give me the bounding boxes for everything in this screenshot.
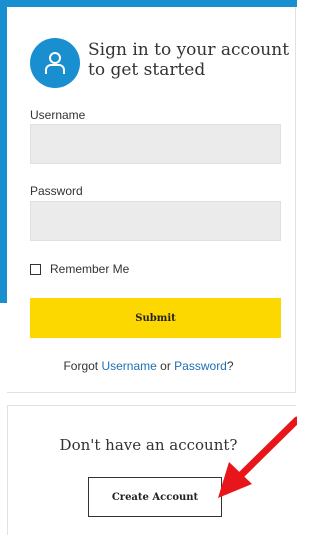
remember-me-checkbox[interactable]: [30, 263, 41, 275]
user-icon: [30, 38, 80, 88]
forgot-password-link[interactable]: Password: [174, 359, 227, 373]
forgot-prefix: Forgot: [63, 359, 102, 373]
forgot-username-link[interactable]: Username: [101, 359, 156, 373]
accent-bar-left: [0, 0, 7, 303]
remember-me[interactable]: Remember Me: [30, 262, 129, 276]
forgot-suffix: ?: [226, 359, 234, 373]
signin-header: Sign in to your account to get started: [30, 38, 290, 88]
forgot-credentials: Forgot Username or Password?: [0, 359, 297, 373]
password-field[interactable]: [30, 201, 281, 241]
remember-me-label: Remember Me: [50, 262, 130, 276]
accent-bar-top: [0, 0, 297, 7]
signin-title: Sign in to your account to get started: [88, 40, 290, 80]
forgot-middle: or: [156, 359, 175, 373]
no-account-prompt: Don't have an account?: [59, 436, 238, 454]
password-label: Password: [30, 184, 83, 198]
username-field[interactable]: [30, 124, 281, 164]
submit-button[interactable]: Submit: [30, 298, 281, 338]
create-account-button[interactable]: Create Account: [88, 477, 222, 517]
username-label: Username: [30, 108, 86, 122]
